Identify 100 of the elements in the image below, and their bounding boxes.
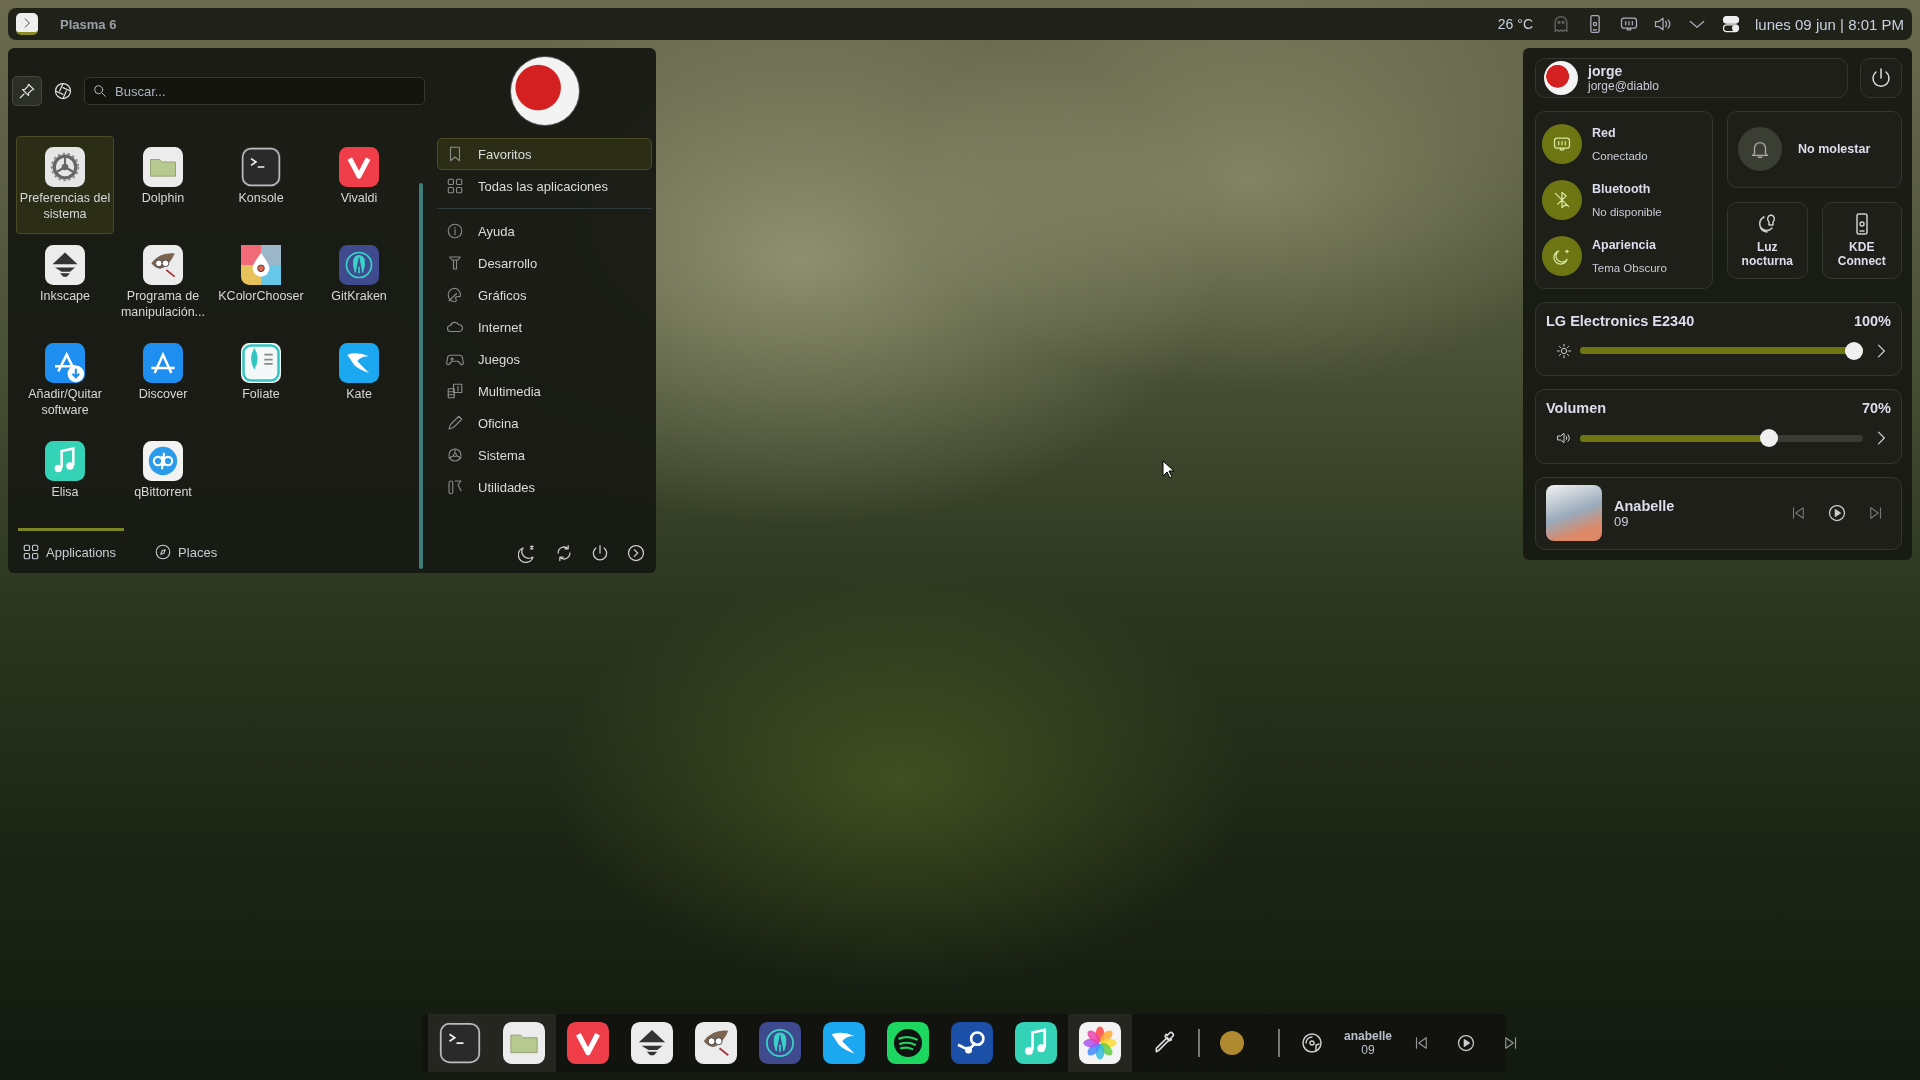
toggle-title: Bluetooth bbox=[1592, 181, 1652, 196]
app-tile[interactable]: Kate bbox=[310, 332, 408, 430]
search-field[interactable]: Buscar... bbox=[84, 77, 425, 105]
category-item[interactable]: Sistema bbox=[437, 439, 652, 471]
category-item[interactable]: Favoritos bbox=[437, 138, 652, 170]
app-tile[interactable]: Dolphin bbox=[114, 136, 212, 234]
category-item[interactable]: Multimedia bbox=[437, 375, 652, 407]
store-download-icon bbox=[45, 343, 85, 383]
flower-icon bbox=[1079, 1022, 1121, 1064]
app-name: Programa de manipulación... bbox=[119, 289, 207, 321]
panel-label: Plasma 6 bbox=[60, 16, 117, 32]
mountain-icon bbox=[631, 1022, 673, 1064]
slider-title: Volumen bbox=[1546, 400, 1607, 417]
squid-icon bbox=[339, 245, 379, 285]
app-tile[interactable]: Preferencias del sistema bbox=[16, 136, 114, 234]
app-tile[interactable]: Konsole bbox=[212, 136, 310, 234]
clock[interactable]: lunes 09 jun | 8:01 PM bbox=[1755, 15, 1904, 33]
app-tile[interactable]: Vivaldi bbox=[310, 136, 408, 234]
power-button[interactable] bbox=[590, 543, 610, 563]
app-launcher-button[interactable] bbox=[16, 13, 38, 35]
app-tile[interactable]: Programa de manipulación... bbox=[114, 234, 212, 332]
toggle-status: Conectado bbox=[1592, 149, 1648, 162]
user-name: jorge bbox=[1588, 63, 1624, 79]
view-tab[interactable]: Places bbox=[150, 528, 226, 561]
app-tile[interactable]: Elisa bbox=[16, 430, 114, 528]
pin-button[interactable] bbox=[12, 76, 42, 106]
view-tab[interactable]: Applications bbox=[18, 528, 125, 561]
app-name: Dolphin bbox=[141, 191, 185, 207]
category-item[interactable]: Gráficos bbox=[437, 279, 652, 311]
compass-icon bbox=[154, 543, 173, 561]
color-swatch[interactable] bbox=[1220, 1031, 1244, 1055]
quick-tile[interactable]: KDE Connect bbox=[1821, 201, 1902, 279]
slider-title: LG Electronics E2340 bbox=[1546, 312, 1695, 329]
scrollbar[interactable] bbox=[419, 183, 423, 569]
toggle-status: Tema Obscuro bbox=[1592, 261, 1667, 274]
category-item[interactable]: Ayuda bbox=[437, 215, 652, 247]
slider-reading: 70% bbox=[1861, 400, 1891, 417]
app-name: Konsole bbox=[238, 191, 284, 207]
v-logo-icon bbox=[339, 147, 379, 187]
track-title: anabelle bbox=[1344, 1028, 1393, 1043]
dock-app-button[interactable] bbox=[492, 1014, 556, 1072]
track-subtitle: 09 bbox=[1614, 513, 1630, 529]
app-tile[interactable]: qBittorrent bbox=[114, 430, 212, 528]
info-icon bbox=[446, 222, 464, 240]
knob-logo-icon bbox=[951, 1022, 993, 1064]
app-tile[interactable]: KColorChooser bbox=[212, 234, 310, 332]
category-item[interactable]: Desarrollo bbox=[437, 247, 652, 279]
toggle-title: Apariencia bbox=[1592, 237, 1657, 252]
color-drop-icon bbox=[241, 245, 281, 285]
dock-app-button[interactable] bbox=[428, 1014, 492, 1072]
app-tile[interactable]: GitKraken bbox=[310, 234, 408, 332]
film-music-icon bbox=[446, 382, 464, 400]
pin-icon bbox=[18, 82, 36, 100]
grid-icon bbox=[22, 543, 40, 561]
category-item[interactable]: Todas las aplicaciones bbox=[437, 170, 652, 202]
music-disc-icon bbox=[1300, 1031, 1324, 1055]
hammer-icon bbox=[446, 254, 464, 272]
search-icon bbox=[92, 83, 108, 99]
app-tile[interactable]: Inkscape bbox=[16, 234, 114, 332]
play-button[interactable] bbox=[1456, 1033, 1477, 1053]
bird-icon bbox=[339, 343, 379, 383]
category-item[interactable]: Utilidades bbox=[437, 471, 652, 503]
quick-tile[interactable]: Luz nocturna bbox=[1727, 201, 1808, 279]
slider-handle[interactable] bbox=[1760, 429, 1779, 448]
power-button[interactable] bbox=[1860, 58, 1902, 98]
mountain-icon bbox=[45, 245, 85, 285]
app-tile[interactable]: Foliate bbox=[212, 332, 310, 430]
category-item[interactable]: Juegos bbox=[437, 343, 652, 375]
slider[interactable] bbox=[1580, 429, 1863, 448]
app-tile[interactable]: Añadir/Quitar software bbox=[16, 332, 114, 430]
music-note-icon bbox=[45, 441, 85, 481]
album-art-placeholder bbox=[1546, 485, 1602, 542]
app-name: Kate bbox=[346, 387, 372, 403]
dock-app-button[interactable] bbox=[1068, 1014, 1132, 1072]
app-tile[interactable]: Discover bbox=[114, 332, 212, 430]
toggle-button[interactable] bbox=[1542, 235, 1582, 276]
cursor-icon bbox=[1162, 460, 1176, 480]
terminal-icon bbox=[241, 147, 281, 187]
squid-icon bbox=[759, 1022, 801, 1064]
store-icon bbox=[143, 343, 183, 383]
user-card[interactable]: jorge jorge@diablo bbox=[1535, 58, 1848, 98]
weather-temperature[interactable]: 26 °C bbox=[1497, 16, 1533, 32]
app-name: Preferencias del sistema bbox=[18, 191, 112, 223]
toggle-status: No disponible bbox=[1592, 205, 1662, 218]
play-icon bbox=[1456, 1033, 1477, 1053]
sound-waves-icon bbox=[887, 1022, 929, 1064]
play-button[interactable] bbox=[1827, 503, 1847, 524]
v-logo-icon bbox=[567, 1022, 609, 1064]
category-item[interactable]: Internet bbox=[437, 311, 652, 343]
toggle-button[interactable] bbox=[1542, 123, 1582, 164]
more-button[interactable] bbox=[626, 543, 646, 563]
slider-handle[interactable] bbox=[1845, 341, 1863, 360]
dnd-toggle[interactable] bbox=[1738, 127, 1782, 172]
category-item[interactable]: Oficina bbox=[437, 407, 652, 439]
toggle-button[interactable] bbox=[1542, 179, 1582, 220]
grid-icon bbox=[446, 177, 464, 195]
slider[interactable] bbox=[1580, 341, 1863, 360]
brightness-icon bbox=[1556, 342, 1572, 359]
app-name: Inkscape bbox=[40, 289, 90, 305]
pencil-icon bbox=[446, 414, 464, 432]
